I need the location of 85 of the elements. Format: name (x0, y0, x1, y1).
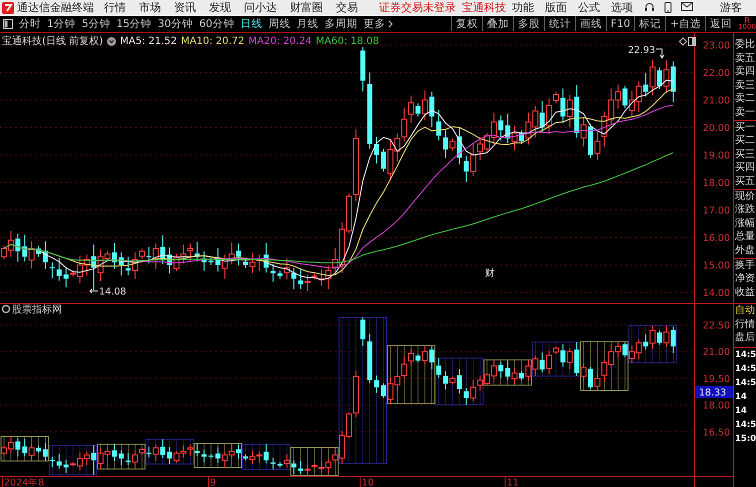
corner-label: R (744, 16, 750, 24)
quote-label: 卖一 (734, 106, 756, 120)
event-marker[interactable]: 财 (485, 268, 495, 279)
current-price-label: 18.33 (695, 386, 733, 398)
quote-label: 买四 (734, 161, 756, 175)
quote-label: 卖四 (734, 65, 756, 79)
quote-label: 收益 (734, 286, 756, 300)
price-tick: 20.00 (702, 123, 730, 134)
quote-label: 买一 (734, 120, 756, 134)
period-tab[interactable]: 多周期 (324, 16, 358, 31)
period-tab[interactable]: 60分钟 (199, 16, 234, 31)
price-tick: 19.00 (702, 150, 730, 162)
panel-tab[interactable]: 自动 (734, 304, 756, 318)
user-name[interactable]: 游客 (720, 0, 742, 16)
quote-label: 卖五 (734, 52, 756, 66)
menu-item[interactable]: 功能 (512, 0, 534, 16)
menu-item[interactable]: 交易 (336, 0, 358, 16)
login-status[interactable]: 证券交易未登录 (379, 0, 456, 16)
period-tab[interactable]: 更多 (364, 16, 386, 31)
date-label: 11 (506, 478, 519, 487)
ma-legend: MA5: 21.52 (120, 36, 177, 46)
menu-item[interactable]: 资讯 (174, 0, 196, 16)
trade-time: 14 (734, 391, 748, 404)
menu-item[interactable]: 财富圈 (290, 0, 323, 16)
quote-label: 现价 (734, 188, 756, 204)
date-label: 2024年8 (4, 478, 44, 487)
menu-item[interactable]: 公式 (578, 0, 600, 16)
ma-legend: MA20: 20.24 (248, 36, 312, 46)
price-tick: 19.50 (702, 374, 730, 385)
app-title: 通达信金融终端 (17, 0, 94, 16)
price-tick: 22.00 (702, 68, 730, 79)
trade-time: 14:5 (734, 377, 756, 390)
menu-item[interactable]: 行情 (104, 0, 126, 16)
menu-item[interactable]: 选项 (611, 0, 633, 16)
quote-label: 委比 (734, 38, 756, 52)
ma-legend: MA60: 18.08 (316, 36, 380, 46)
period-tab[interactable]: 月线 (296, 16, 318, 31)
price-tick: 18.00 (702, 178, 730, 189)
quote-label: 买五 (734, 174, 756, 189)
trade-time: 14:5 (734, 349, 756, 362)
quote-label: 买三 (734, 148, 756, 162)
price-tick: 18.00 (702, 400, 730, 412)
menu-item[interactable]: 问小达 (244, 0, 277, 16)
date-label: 9 (210, 478, 216, 487)
price-tick: 17.00 (702, 206, 730, 216)
trade-time: 14:5 (734, 363, 756, 376)
quote-label: 外盘 (734, 244, 756, 258)
menu-item[interactable]: 市场 (139, 0, 161, 16)
menu-item[interactable]: 发现 (209, 0, 231, 16)
price-tick: 14.00 (702, 288, 730, 299)
low-price-annotation: 14.08 (89, 286, 126, 298)
quote-label: 卖二 (734, 92, 756, 106)
quote-label: 净资 (734, 272, 756, 286)
stock-link[interactable]: 宝通科技 (462, 0, 506, 16)
price-tick: 16.00 (702, 233, 730, 244)
price-tick: 21.00 (702, 96, 730, 106)
quote-label: 总量 (734, 230, 756, 244)
period-tab[interactable]: 5分钟 (82, 16, 110, 31)
period-tab[interactable]: 日线 (240, 16, 262, 31)
period-tab[interactable]: 1分钟 (47, 16, 76, 31)
price-tick: 23.00 (702, 40, 730, 52)
trade-time: 14 (734, 405, 748, 418)
period-tab[interactable]: 15分钟 (116, 16, 152, 31)
date-label: 10 (362, 478, 374, 487)
menu-item[interactable]: 版面 (545, 0, 567, 16)
period-tab[interactable]: 30分钟 (158, 16, 194, 31)
period-tab[interactable]: 分时 (19, 16, 41, 31)
trade-time: 14:5 (734, 419, 756, 432)
panel-tab[interactable]: 盘后 (734, 331, 756, 346)
price-tick: 16.50 (702, 427, 730, 438)
indicator-title: 股票指标网 (12, 304, 62, 316)
period-tab[interactable]: 周线 (268, 16, 290, 31)
chart-title: 宝通科技(日线 前复权) (2, 34, 103, 48)
quote-label: 换手 (734, 258, 756, 272)
trade-time: 15:0 (734, 433, 756, 446)
panel-tab[interactable]: 行情 (734, 318, 756, 332)
quote-label: 卖三 (734, 78, 756, 92)
price-tick: 21.00 (702, 347, 730, 358)
ma-legend: MA10: 20.72 (181, 36, 244, 46)
quote-label: 买二 (734, 134, 756, 148)
high-price-annotation: 22.93 (628, 45, 664, 59)
quote-label: 涨跌 (734, 203, 756, 217)
price-tick: 22.50 (702, 320, 730, 332)
quote-label: 涨幅 (734, 216, 756, 230)
price-tick: 15.00 (702, 260, 730, 272)
